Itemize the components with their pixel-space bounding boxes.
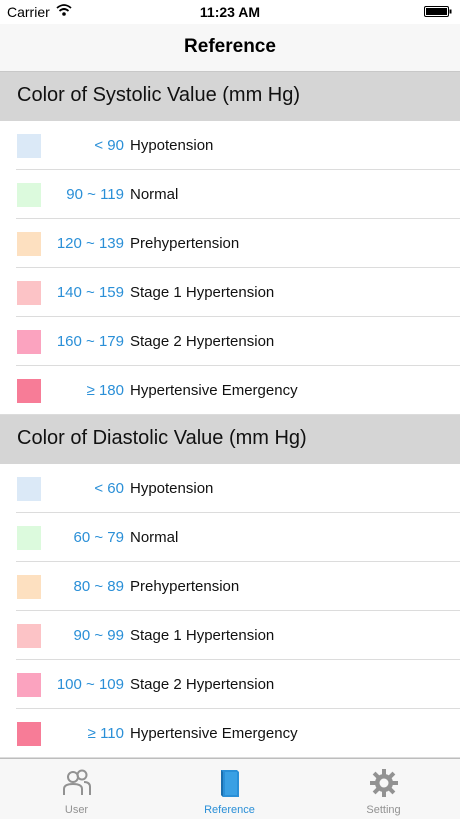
tab-label: Reference [204, 804, 255, 816]
tab-bar: User Reference Setting [0, 758, 460, 819]
table-row: 120 ~ 139 Prehypertension [0, 219, 460, 268]
range-value: 80 ~ 89 [73, 578, 124, 595]
color-swatch [17, 379, 41, 403]
range-value: 120 ~ 139 [56, 235, 124, 252]
range-value: < 90 [94, 137, 124, 154]
color-swatch [17, 330, 41, 354]
table-row: 90 ~ 119 Normal [0, 170, 460, 219]
color-swatch [17, 477, 41, 501]
category-label: Normal [130, 529, 179, 546]
tab-label: User [64, 804, 89, 816]
table-row: 100 ~ 109 Stage 2 Hypertension [0, 660, 460, 709]
table-row: < 90 Hypotension [0, 121, 460, 170]
range-value: 60 ~ 79 [73, 529, 124, 546]
category-label: Prehypertension [130, 235, 240, 252]
battery-icon [424, 6, 452, 17]
navigation-bar: Reference [0, 24, 460, 72]
status-time: 11:23 AM [199, 4, 261, 20]
gear-icon [370, 769, 398, 797]
category-label: Normal [130, 186, 179, 203]
category-label: Hypotension [130, 137, 214, 154]
table-row: < 60 Hypotension [0, 464, 460, 513]
range-value: < 60 [94, 480, 124, 497]
category-label: Stage 1 Hypertension [130, 627, 275, 644]
table-row: 80 ~ 89 Prehypertension [0, 562, 460, 611]
category-label: Hypertensive Emergency [130, 382, 298, 399]
tab-setting[interactable]: Setting [307, 759, 460, 819]
systolic-rows: < 90 Hypotension 90 ~ 119 Normal 120 ~ 139 Pr… [0, 121, 460, 415]
tab-reference[interactable]: Reference [153, 759, 306, 819]
color-swatch [17, 575, 41, 599]
table-row: ≥ 180 Hypertensive Emergency [0, 366, 460, 415]
color-swatch [17, 526, 41, 550]
tab-user[interactable]: User [0, 759, 153, 819]
table-row: ≥ 110 Hypertensive Emergency [0, 709, 460, 758]
category-label: Stage 1 Hypertension [130, 284, 275, 301]
range-value: 140 ~ 159 [56, 284, 124, 301]
book-icon [221, 770, 239, 797]
range-value: 100 ~ 109 [56, 676, 124, 693]
table-row: 160 ~ 179 Stage 2 Hypertension [0, 317, 460, 366]
users-icon [63, 769, 91, 795]
color-swatch [17, 624, 41, 648]
systolic-section-header: Color of Systolic Value (mm Hg) [0, 72, 460, 121]
diastolic-rows: < 60 Hypotension 60 ~ 79 Normal 80 ~ 89 Prehy… [0, 464, 460, 758]
color-swatch [17, 134, 41, 158]
category-label: Stage 2 Hypertension [130, 676, 275, 693]
range-value: ≥ 110 [87, 725, 124, 742]
table-row: 140 ~ 159 Stage 1 Hypertension [0, 268, 460, 317]
category-label: Hypertensive Emergency [130, 725, 298, 742]
table-row: 60 ~ 79 Normal [0, 513, 460, 562]
diastolic-section-header: Color of Diastolic Value (mm Hg) [0, 415, 460, 464]
section-title: Color of Diastolic Value (mm Hg) [17, 427, 307, 449]
reference-table[interactable]: Color of Systolic Value (mm Hg) < 90 Hypo… [0, 72, 460, 758]
color-swatch [17, 232, 41, 256]
range-value: 90 ~ 119 [66, 186, 124, 203]
color-swatch [17, 183, 41, 207]
table-row: 90 ~ 99 Stage 1 Hypertension [0, 611, 460, 660]
color-swatch [17, 281, 41, 305]
range-value: 90 ~ 99 [73, 627, 124, 644]
range-value: ≥ 180 [86, 382, 124, 399]
color-swatch [17, 722, 41, 746]
page-title: Reference [184, 36, 276, 57]
color-swatch [17, 673, 41, 697]
tab-label: Setting [366, 804, 401, 816]
section-title: Color of Systolic Value (mm Hg) [17, 84, 301, 106]
category-label: Stage 2 Hypertension [130, 333, 275, 350]
category-label: Prehypertension [130, 578, 240, 595]
category-label: Hypotension [130, 480, 214, 497]
range-value: 160 ~ 179 [56, 333, 124, 350]
status-bar: Carrier 11:23 AM [0, 0, 460, 24]
